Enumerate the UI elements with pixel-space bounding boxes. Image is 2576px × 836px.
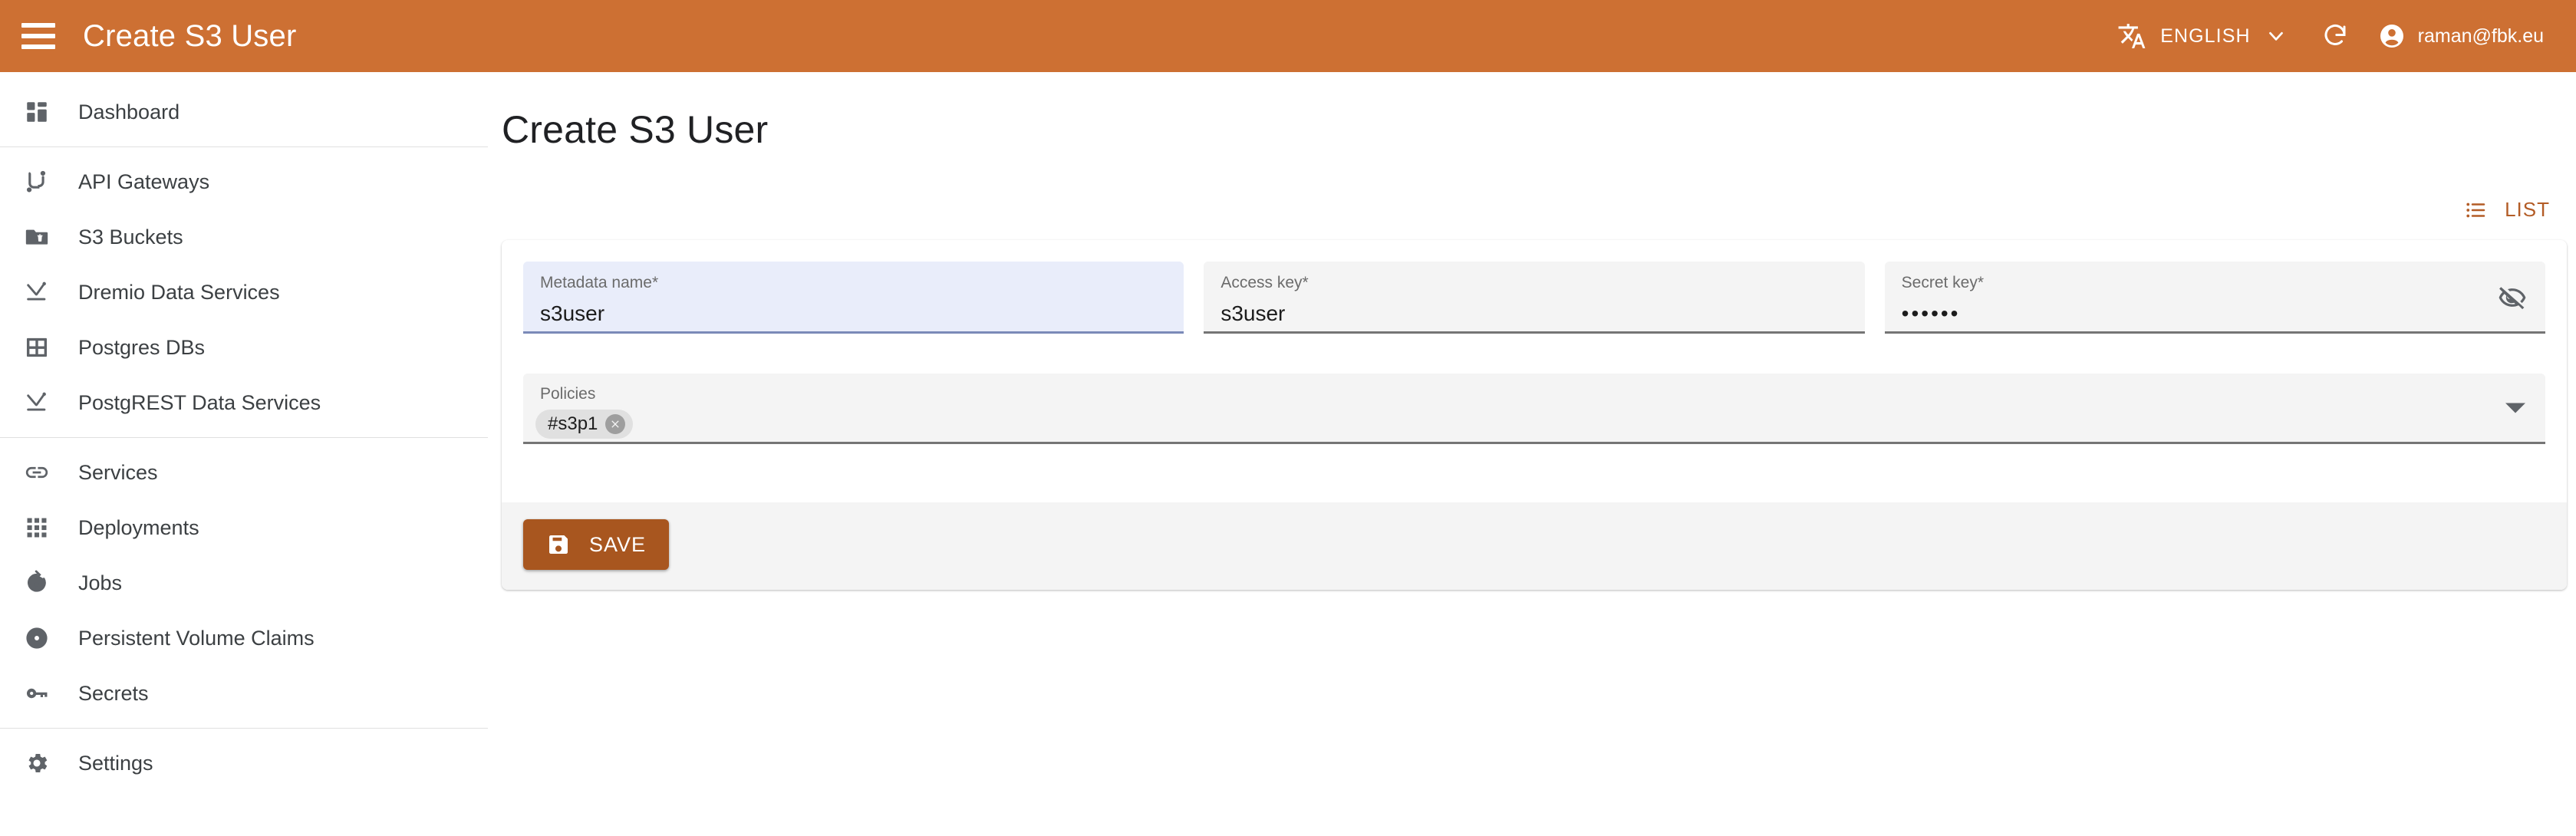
disc-icon [21,623,52,653]
policy-chip-label: #s3p1 [548,413,598,434]
data-service-icon [21,387,52,418]
data-service-icon [21,277,52,308]
secret-key-field[interactable]: Secret key* •••••• [1884,262,2545,334]
form-body: Metadata name* s3user Access key* s3user… [502,240,2567,502]
bucket-folder-icon [21,222,52,252]
sidebar-divider [0,146,488,147]
sidebar-item-label: PostgREST Data Services [78,390,321,414]
sidebar-item-label: Jobs [78,571,123,594]
app-title: Create S3 User [83,18,297,53]
account-email: raman@fbk.eu [2417,25,2544,47]
sidebar-item-s3-buckets[interactable]: S3 Buckets [0,209,488,265]
toggle-secret-visibility-button[interactable] [2498,283,2527,312]
content-toolbar: LIST [488,193,2576,226]
sidebar-item-settings[interactable]: Settings [0,736,488,791]
access-key-field[interactable]: Access key* s3user [1204,262,1865,334]
form-row-credentials: Metadata name* s3user Access key* s3user… [523,262,2545,334]
list-button[interactable]: LIST [2459,193,2556,226]
table-grid-icon [21,332,52,363]
sidebar-item-label: Dremio Data Services [78,280,280,304]
metadata-name-input[interactable]: s3user [540,302,1167,325]
account-circle-icon [2378,22,2406,50]
metadata-name-field[interactable]: Metadata name* s3user [523,262,1184,334]
chevron-down-icon [2265,25,2288,48]
link-icon [21,457,52,488]
sidebar-group-settings: Settings [0,736,488,791]
page-title: Create S3 User [502,108,769,151]
sidebar-item-postgrest-data-services[interactable]: PostgREST Data Services [0,375,488,430]
refresh-icon [2321,22,2349,50]
dashboard-icon [21,97,52,127]
sidebar-item-api-gateways[interactable]: API Gateways [0,154,488,209]
form-spacer [523,444,2545,502]
sidebar-item-jobs[interactable]: Jobs [0,555,488,611]
list-button-label: LIST [2505,198,2550,221]
refresh-button[interactable] [2321,22,2349,50]
save-floppy-icon [546,532,571,557]
sidebar-item-label: S3 Buckets [78,225,183,248]
app-header: Create S3 User ENGLISH raman@fbk.eu [0,0,2576,72]
sidebar-item-label: Dashboard [78,100,180,123]
visibility-off-icon [2498,283,2527,312]
sidebar-item-label: Deployments [78,515,199,539]
sidebar-item-secrets[interactable]: Secrets [0,666,488,721]
api-gateway-icon [21,166,52,197]
language-selector[interactable]: ENGLISH [2110,17,2294,55]
dropdown-arrow-icon[interactable] [2505,403,2525,413]
form-footer: SAVE [502,502,2567,590]
account-menu[interactable]: raman@fbk.eu [2378,22,2544,50]
metadata-name-label: Metadata name* [540,274,659,291]
sidebar-item-deployments[interactable]: Deployments [0,500,488,555]
hamburger-menu-icon[interactable] [21,23,55,49]
sidebar-item-label: Services [78,460,158,484]
sidebar-item-label: Secrets [78,681,149,705]
sidebar-group-resources: API Gateways S3 Buckets Dremio Data Serv… [0,154,488,430]
header-actions: ENGLISH raman@fbk.eu [2110,17,2544,55]
job-rotate-icon [21,568,52,598]
sidebar-group-workloads: Services Deployments Jobs Persistent Vol… [0,445,488,721]
sidebar-item-dashboard[interactable]: Dashboard [0,84,488,140]
apps-grid-icon [21,512,52,543]
key-icon [21,678,52,709]
close-icon[interactable] [605,414,626,434]
translate-icon [2117,21,2146,51]
policies-chip-list: #s3p1 [535,410,2528,439]
policies-row: Policies #s3p1 [523,374,2545,444]
sidebar: Dashboard API Gateways S3 Buckets Dremio… [0,72,488,836]
save-button-label: SAVE [589,532,647,556]
sidebar-divider [0,728,488,729]
gear-icon [21,748,52,778]
create-s3-user-form-card: Metadata name* s3user Access key* s3user… [502,240,2567,590]
policies-field[interactable]: Policies #s3p1 [523,374,2545,444]
sidebar-group-main: Dashboard [0,84,488,140]
sidebar-item-services[interactable]: Services [0,445,488,500]
sidebar-item-label: Persistent Volume Claims [78,626,315,650]
sidebar-divider [0,437,488,438]
policies-label: Policies [540,385,596,403]
sidebar-item-label: Settings [78,751,153,775]
list-icon [2465,199,2488,222]
sidebar-item-label: Postgres DBs [78,335,206,359]
sidebar-item-dremio-data-services[interactable]: Dremio Data Services [0,265,488,320]
sidebar-item-persistent-volume-claims[interactable]: Persistent Volume Claims [0,611,488,666]
access-key-input[interactable]: s3user [1220,302,1847,325]
sidebar-item-label: API Gateways [78,170,210,193]
secret-key-input[interactable]: •••••• [1902,302,2528,325]
policy-chip[interactable]: #s3p1 [535,410,634,439]
main-content: Create S3 User LIST Metadata name* s3use… [488,72,2576,836]
secret-key-label: Secret key* [1901,274,1985,291]
save-button[interactable]: SAVE [523,519,670,570]
access-key-label: Access key* [1220,274,1309,291]
sidebar-item-postgres-dbs[interactable]: Postgres DBs [0,320,488,375]
language-label: ENGLISH [2160,25,2251,47]
